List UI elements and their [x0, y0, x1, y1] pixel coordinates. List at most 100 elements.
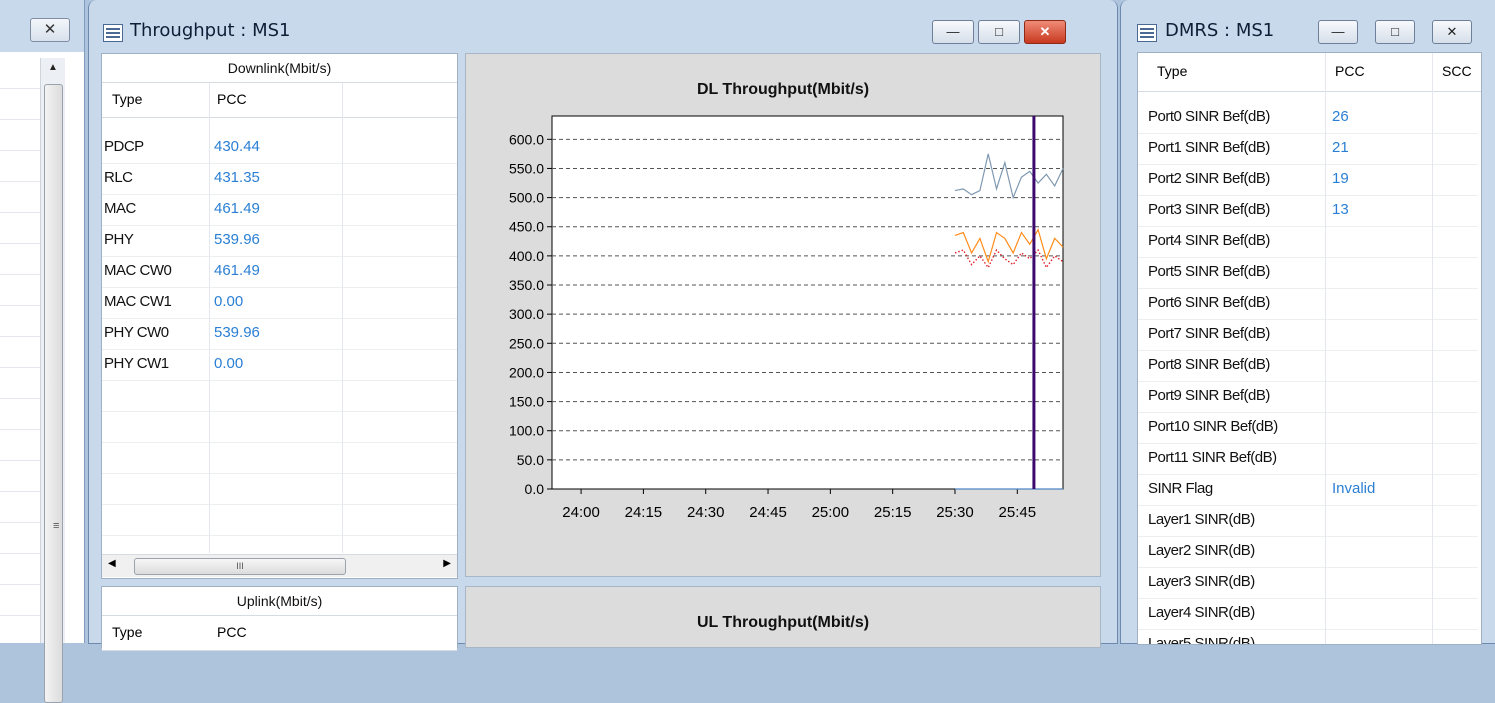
vertical-scrollbar[interactable]: ▲ ≡	[40, 58, 65, 703]
uplink-table: Uplink(Mbit/s) Type PCC	[101, 586, 458, 651]
y-tick-label: 150.0	[509, 394, 544, 410]
table-row[interactable]: MAC 461.49	[102, 194, 457, 226]
table-row[interactable]: Port2 SINR Bef(dB) 19	[1138, 164, 1478, 196]
column-header-type[interactable]: Type	[1157, 63, 1187, 79]
close-button[interactable]: ✕	[1432, 20, 1472, 44]
row-pcc-value: 13	[1332, 201, 1349, 218]
column-header-type[interactable]: Type	[112, 624, 142, 640]
row-pcc-value: 539.96	[214, 231, 260, 248]
row-type: Port7 SINR Bef(dB)	[1148, 325, 1270, 342]
x-tick-label: 24:30	[687, 504, 725, 521]
x-tick-label: 25:00	[812, 504, 850, 521]
horizontal-scrollbar[interactable]: ◀ III ▶	[102, 554, 457, 577]
x-tick-label: 25:15	[874, 504, 912, 521]
column-header-pcc[interactable]: PCC	[217, 91, 247, 107]
throughput-window: Throughput : MS1 — □ ✕ Downlink(Mbit/s) …	[88, 0, 1118, 651]
table-row[interactable]: PHY CW1 0.00	[102, 349, 457, 381]
row-pcc-value: 0.00	[214, 355, 244, 372]
row-type: Layer3 SINR(dB)	[1148, 573, 1255, 590]
close-icon: ✕	[1446, 24, 1458, 39]
empty-row	[102, 473, 457, 505]
y-tick-label: 400.0	[509, 248, 544, 264]
table-row[interactable]: PHY 539.96	[102, 225, 457, 257]
restore-button[interactable]: □	[978, 20, 1020, 44]
x-tick-label: 25:45	[999, 504, 1037, 521]
column-header-scc[interactable]: SCC	[1442, 63, 1472, 79]
column-separator	[1432, 53, 1433, 644]
row-type: MAC CW0	[104, 262, 172, 279]
table-row[interactable]: RLC 431.35	[102, 163, 457, 195]
chart-title: UL Throughput(Mbit/s)	[696, 614, 870, 631]
table-row[interactable]: Port11 SINR Bef(dB)	[1138, 443, 1478, 475]
restore-button[interactable]: □	[1375, 20, 1415, 44]
row-type: Port5 SINR Bef(dB)	[1148, 263, 1270, 280]
table-row[interactable]: PHY CW0 539.96	[102, 318, 457, 350]
table-row[interactable]: MAC CW1 0.00	[102, 287, 457, 319]
row-type: PHY	[104, 231, 134, 248]
table-row[interactable]: Port9 SINR Bef(dB)	[1138, 381, 1478, 413]
table-row[interactable]: PDCP 430.44	[102, 132, 457, 164]
y-tick-label: 550.0	[509, 160, 544, 176]
scroll-up-arrow-icon[interactable]: ▲	[41, 62, 65, 82]
table-row[interactable]: Port8 SINR Bef(dB)	[1138, 350, 1478, 382]
grip-icon: ≡	[53, 520, 60, 532]
y-tick-label: 450.0	[509, 219, 544, 235]
row-pcc-value: 461.49	[214, 200, 260, 217]
row-pcc-value: 26	[1332, 108, 1349, 125]
close-button[interactable]: ✕	[30, 18, 70, 42]
close-icon: ✕	[43, 21, 57, 38]
scroll-thumb[interactable]: III	[134, 558, 346, 575]
table-row[interactable]: Port3 SINR Bef(dB) 13	[1138, 195, 1478, 227]
row-pcc-value: 430.44	[214, 138, 260, 155]
empty-row	[102, 411, 457, 443]
row-type: SINR Flag	[1148, 480, 1213, 497]
empty-row	[102, 442, 457, 474]
dmrs-table: Type PCC SCC Port0 SINR Bef(dB) 26 Port1 S…	[1137, 52, 1482, 645]
scroll-left-arrow-icon[interactable]: ◀	[108, 558, 116, 569]
table-row[interactable]: Layer1 SINR(dB)	[1138, 505, 1478, 537]
table-row[interactable]: Port10 SINR Bef(dB)	[1138, 412, 1478, 444]
table-row[interactable]: Layer4 SINR(dB)	[1138, 598, 1478, 630]
downlink-table: Downlink(Mbit/s) Type PCC PDCP 430.44 RLC 4…	[101, 53, 458, 579]
dmrs-column-headers: Type PCC SCC	[1138, 53, 1481, 92]
row-type: PDCP	[104, 138, 144, 155]
table-row[interactable]: Port5 SINR Bef(dB)	[1138, 257, 1478, 289]
scroll-right-arrow-icon[interactable]: ▶	[443, 558, 451, 569]
minimize-button[interactable]: —	[1318, 20, 1358, 44]
row-pcc-value: 431.35	[214, 169, 260, 186]
column-header-type[interactable]: Type	[112, 91, 142, 107]
column-header-pcc[interactable]: PCC	[1335, 63, 1365, 79]
column-header-pcc[interactable]: PCC	[217, 624, 247, 640]
row-type: Port9 SINR Bef(dB)	[1148, 387, 1270, 404]
row-type: PHY CW1	[104, 355, 169, 372]
x-tick-label: 24:45	[749, 504, 787, 521]
table-window-icon	[103, 24, 123, 42]
row-type: RLC	[104, 169, 133, 186]
restore-icon: □	[1391, 24, 1399, 39]
row-type: Layer5 SINR(dB)	[1148, 635, 1255, 645]
table-row[interactable]: Port0 SINR Bef(dB) 26	[1138, 102, 1478, 134]
scroll-thumb[interactable]: ≡	[44, 84, 63, 703]
table-row[interactable]: Layer3 SINR(dB)	[1138, 567, 1478, 599]
restore-icon: □	[995, 24, 1003, 39]
minimize-icon: —	[946, 24, 960, 39]
row-pcc-value: 461.49	[214, 262, 260, 279]
table-row[interactable]: Port4 SINR Bef(dB)	[1138, 226, 1478, 258]
y-tick-label: 350.0	[509, 277, 544, 293]
close-button[interactable]: ✕	[1024, 20, 1066, 44]
row-pcc-value: 0.00	[214, 293, 244, 310]
plot-area	[551, 115, 1064, 490]
table-row[interactable]: Layer2 SINR(dB)	[1138, 536, 1478, 568]
row-type: MAC CW1	[104, 293, 172, 310]
row-type: Port3 SINR Bef(dB)	[1148, 201, 1270, 218]
row-type: Port10 SINR Bef(dB)	[1148, 418, 1278, 435]
table-row[interactable]: Port7 SINR Bef(dB)	[1138, 319, 1478, 351]
minimize-button[interactable]: —	[932, 20, 974, 44]
ul-throughput-chart: UL Throughput(Mbit/s)	[465, 586, 1101, 648]
table-row[interactable]: Port6 SINR Bef(dB)	[1138, 288, 1478, 320]
y-tick-label: 50.0	[517, 452, 544, 468]
table-row[interactable]: MAC CW0 461.49	[102, 256, 457, 288]
table-row[interactable]: SINR Flag Invalid	[1138, 474, 1478, 506]
table-row[interactable]: Port1 SINR Bef(dB) 21	[1138, 133, 1478, 165]
row-type: Layer1 SINR(dB)	[1148, 511, 1255, 528]
